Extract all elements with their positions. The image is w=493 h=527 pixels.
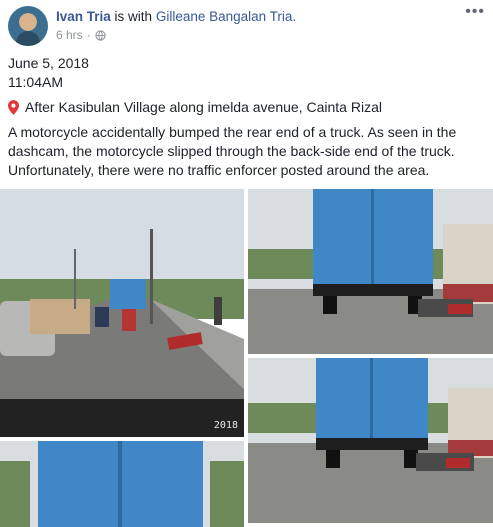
meta-separator: · (86, 28, 91, 42)
photo-stamp: 2018 (213, 420, 238, 431)
photo-grid: 2018 (0, 189, 493, 527)
tagged-person-link[interactable]: Gilleane Bangalan Tria. (156, 9, 296, 24)
photo-truck-rear-3[interactable] (0, 441, 244, 527)
post-description: A motorcycle accidentally bumped the rea… (8, 124, 457, 178)
more-options-icon[interactable]: ••• (465, 4, 485, 20)
photo-dashcam-road[interactable]: 2018 (0, 189, 244, 437)
post-header: Ivan Tria is with Gilleane Bangalan Tria… (8, 4, 485, 46)
photo-truck-rear-1[interactable] (248, 189, 493, 354)
location-text: After Kasibulan Village along imelda ave… (25, 99, 382, 115)
timestamp-link[interactable]: 6 hrs (56, 28, 83, 42)
author-avatar[interactable] (8, 6, 48, 46)
with-text: is with (114, 9, 153, 24)
globe-icon[interactable] (95, 29, 106, 41)
post-meta: 6 hrs · (56, 28, 106, 42)
post-author-line: Ivan Tria is with Gilleane Bangalan Tria… (56, 9, 296, 24)
photo-truck-rear-2[interactable] (248, 358, 493, 523)
pin-icon (8, 100, 19, 115)
author-name-link[interactable]: Ivan Tria (56, 9, 111, 24)
post-location: After Kasibulan Village along imelda ave… (8, 98, 382, 117)
post-time: 11:04AM (8, 74, 63, 90)
post-date: June 5, 2018 (8, 55, 89, 71)
